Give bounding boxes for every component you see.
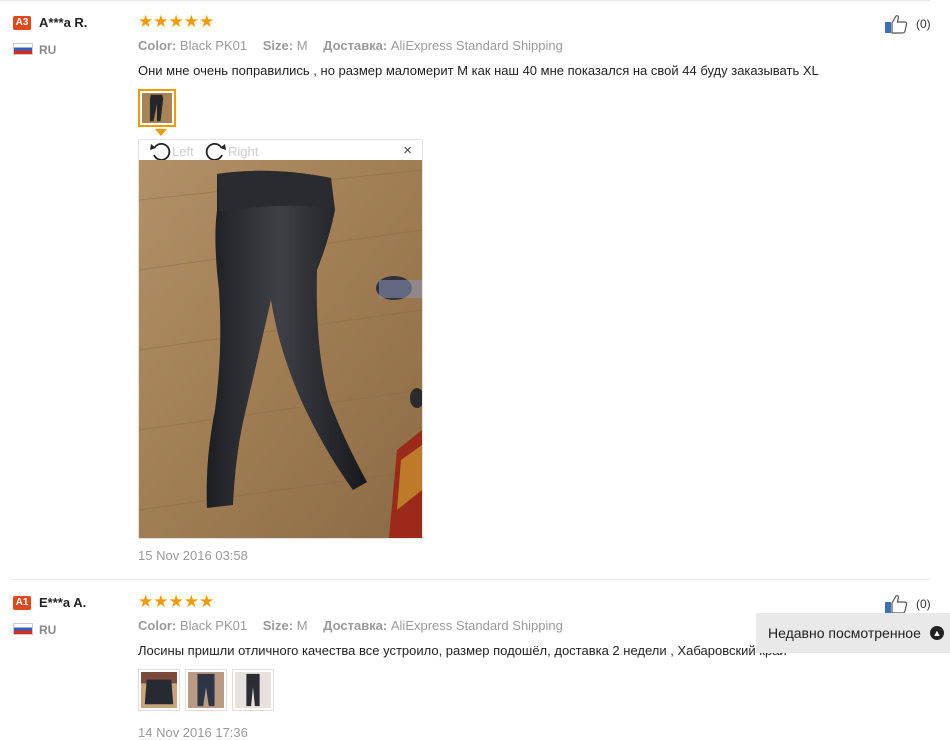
order-properties: Color: Black PK01 Size: M Доставка: AliE… bbox=[138, 38, 575, 53]
shipping-value: AliExpress Standard Shipping bbox=[390, 38, 563, 53]
recently-viewed-tab[interactable]: Недавно посмотренное ▲ bbox=[756, 613, 950, 653]
helpful-count: (0) bbox=[916, 17, 931, 31]
review-text: Лосины пришли отличного качества все уст… bbox=[138, 643, 787, 658]
rating-stars: ★★★★★ bbox=[138, 592, 215, 611]
order-properties: Color: Black PK01 Size: M Доставка: AliE… bbox=[138, 618, 575, 633]
chevron-up-icon: ▲ bbox=[930, 626, 944, 640]
leggings-photo bbox=[139, 160, 422, 538]
color-value: Black PK01 bbox=[179, 618, 248, 633]
buyer-level-badge: A1 bbox=[13, 596, 31, 610]
size-value: M bbox=[296, 38, 308, 53]
helpful-button[interactable]: (0) bbox=[884, 594, 931, 614]
review-photo-thumbnail[interactable] bbox=[138, 669, 180, 711]
size-label: Size: bbox=[262, 618, 294, 633]
leggings-photo-thumb bbox=[142, 93, 172, 123]
leggings-photo-thumb bbox=[141, 672, 177, 708]
review-photo-thumbnail[interactable] bbox=[185, 669, 227, 711]
shipping-label: Доставка: bbox=[323, 618, 388, 633]
size-value: M bbox=[296, 618, 308, 633]
rotate-right-label: Right bbox=[228, 143, 259, 159]
color-value: Black PK01 bbox=[179, 38, 248, 53]
review-photo-thumbnail[interactable] bbox=[232, 669, 274, 711]
review-photo-thumbnail[interactable] bbox=[138, 89, 176, 127]
review-date: 15 Nov 2016 03:58 bbox=[138, 548, 248, 563]
rotate-left-button[interactable]: Left bbox=[149, 141, 194, 161]
buyer-name: A***a R. bbox=[39, 15, 88, 30]
recently-viewed-label: Недавно посмотренное bbox=[768, 625, 921, 641]
buyer-level-badge: A3 bbox=[13, 16, 31, 30]
buyer-name: E***a A. bbox=[39, 595, 87, 610]
review-text: Они мне очень поправились , но размер ма… bbox=[138, 63, 819, 78]
rotate-right-button[interactable]: Right bbox=[205, 141, 258, 161]
review-photo-large bbox=[139, 160, 422, 538]
leggings-photo-thumb bbox=[188, 672, 224, 708]
leggings-photo-thumb bbox=[235, 672, 271, 708]
helpful-count: (0) bbox=[916, 597, 931, 611]
thumbs-up-icon[interactable] bbox=[884, 14, 908, 34]
buyer-country: RU bbox=[39, 623, 57, 637]
color-label: Color: bbox=[138, 38, 177, 53]
color-label: Color: bbox=[138, 618, 177, 633]
shipping-label: Доставка: bbox=[323, 38, 388, 53]
shipping-value: AliExpress Standard Shipping bbox=[390, 618, 563, 633]
country-flag-icon bbox=[13, 623, 33, 635]
review-item: A3 A***a R. RU ★★★★★ Color: Black PK01 S… bbox=[0, 0, 950, 580]
helpful-button[interactable]: (0) bbox=[884, 14, 931, 34]
country-flag-icon bbox=[13, 43, 33, 55]
rating-stars: ★★★★★ bbox=[138, 12, 215, 31]
size-label: Size: bbox=[262, 38, 294, 53]
close-icon[interactable]: × bbox=[403, 142, 412, 159]
rotate-left-icon bbox=[150, 142, 171, 161]
buyer-country: RU bbox=[39, 43, 57, 57]
thumbnail-pointer bbox=[155, 129, 167, 136]
rotate-right-icon bbox=[205, 142, 226, 161]
review-item: A1 E***a A. RU ★★★★★ Color: Black PK01 S… bbox=[0, 580, 950, 740]
viewer-toolbar: Left Right × bbox=[139, 140, 422, 161]
thumbs-up-icon[interactable] bbox=[884, 594, 908, 614]
photo-viewer: Left Right × bbox=[138, 139, 423, 539]
rotate-left-label: Left bbox=[172, 143, 194, 159]
